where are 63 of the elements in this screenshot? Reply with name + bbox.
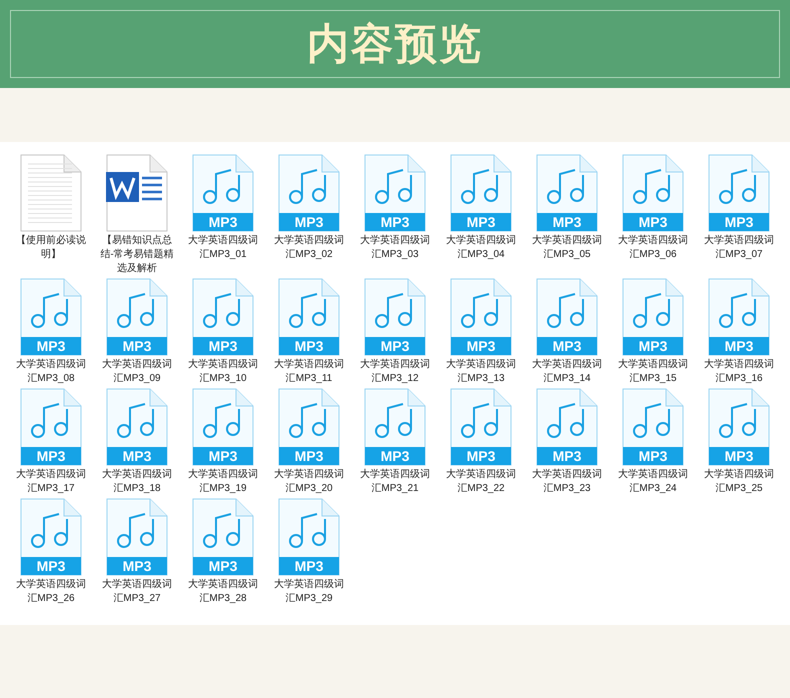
file-name: 大学英语四级词汇MP3_15 — [617, 358, 689, 386]
file-name: 大学英语四级词汇MP3_11 — [273, 358, 345, 386]
file-type-label: MP3 — [107, 557, 167, 575]
text-file-icon[interactable] — [20, 154, 82, 232]
file-type-label: MP3 — [107, 447, 167, 465]
file-name: 大学英语四级词汇MP3_13 — [445, 358, 517, 386]
file-type-label: MP3 — [537, 337, 597, 355]
header-title: 内容预览 — [307, 23, 483, 65]
file-type-label: MP3 — [365, 447, 425, 465]
file-name: 【使用前必读说明】 — [15, 234, 87, 262]
file-name: 大学英语四级词汇MP3_27 — [101, 578, 173, 606]
file-type-label: MP3 — [279, 557, 339, 575]
file-name: 大学英语四级词汇MP3_14 — [531, 358, 603, 386]
file-name: 大学英语四级词汇MP3_28 — [187, 578, 259, 606]
file-name: 大学英语四级词汇MP3_02 — [273, 234, 345, 262]
file-type-label: MP3 — [21, 557, 81, 575]
file-type-label: MP3 — [537, 213, 597, 231]
file-type-label: MP3 — [365, 213, 425, 231]
file-type-label: MP3 — [623, 337, 683, 355]
file-type-label: MP3 — [279, 337, 339, 355]
file-type-label: MP3 — [623, 213, 683, 231]
file-name: 大学英语四级词汇MP3_04 — [445, 234, 517, 262]
file-name: 大学英语四级词汇MP3_26 — [15, 578, 87, 606]
file-name: 大学英语四级词汇MP3_25 — [703, 468, 775, 496]
file-name: 大学英语四级词汇MP3_19 — [187, 468, 259, 496]
file-name: 大学英语四级词汇MP3_07 — [703, 234, 775, 262]
file-name: 大学英语四级词汇MP3_22 — [445, 468, 517, 496]
file-name: 大学英语四级词汇MP3_17 — [15, 468, 87, 496]
file-name: 大学英语四级词汇MP3_10 — [187, 358, 259, 386]
file-type-label: MP3 — [193, 557, 253, 575]
file-type-label: MP3 — [537, 447, 597, 465]
file-type-label: MP3 — [451, 337, 511, 355]
file-type-label: MP3 — [107, 337, 167, 355]
file-name: 【易错知识点总结-常考易错题精选及解析 — [100, 234, 174, 276]
file-type-label: MP3 — [623, 447, 683, 465]
file-name: 大学英语四级词汇MP3_24 — [617, 468, 689, 496]
file-name: 大学英语四级词汇MP3_05 — [531, 234, 603, 262]
file-type-label: MP3 — [279, 213, 339, 231]
file-name: 大学英语四级词汇MP3_18 — [101, 468, 173, 496]
file-type-label: MP3 — [709, 337, 769, 355]
file-type-label: MP3 — [365, 337, 425, 355]
word-document-icon[interactable] — [106, 154, 168, 232]
file-name: 大学英语四级词汇MP3_29 — [273, 578, 345, 606]
file-type-label: MP3 — [279, 447, 339, 465]
file-name: 大学英语四级词汇MP3_03 — [359, 234, 431, 262]
file-name: 大学英语四级词汇MP3_23 — [531, 468, 603, 496]
file-name: 大学英语四级词汇MP3_09 — [101, 358, 173, 386]
file-type-label: MP3 — [193, 447, 253, 465]
file-name: 大学英语四级词汇MP3_01 — [187, 234, 259, 262]
file-name: 大学英语四级词汇MP3_21 — [359, 468, 431, 496]
file-type-label: MP3 — [709, 447, 769, 465]
file-type-label: MP3 — [451, 213, 511, 231]
file-type-label: MP3 — [193, 213, 253, 231]
file-type-label: MP3 — [451, 447, 511, 465]
file-type-label: MP3 — [709, 213, 769, 231]
file-name: 大学英语四级词汇MP3_12 — [359, 358, 431, 386]
file-type-label: MP3 — [21, 337, 81, 355]
file-name: 大学英语四级词汇MP3_20 — [273, 468, 345, 496]
file-type-label: MP3 — [21, 447, 81, 465]
file-type-label: MP3 — [193, 337, 253, 355]
file-name: 大学英语四级词汇MP3_08 — [15, 358, 87, 386]
file-name: 大学英语四级词汇MP3_16 — [703, 358, 775, 386]
file-name: 大学英语四级词汇MP3_06 — [617, 234, 689, 262]
